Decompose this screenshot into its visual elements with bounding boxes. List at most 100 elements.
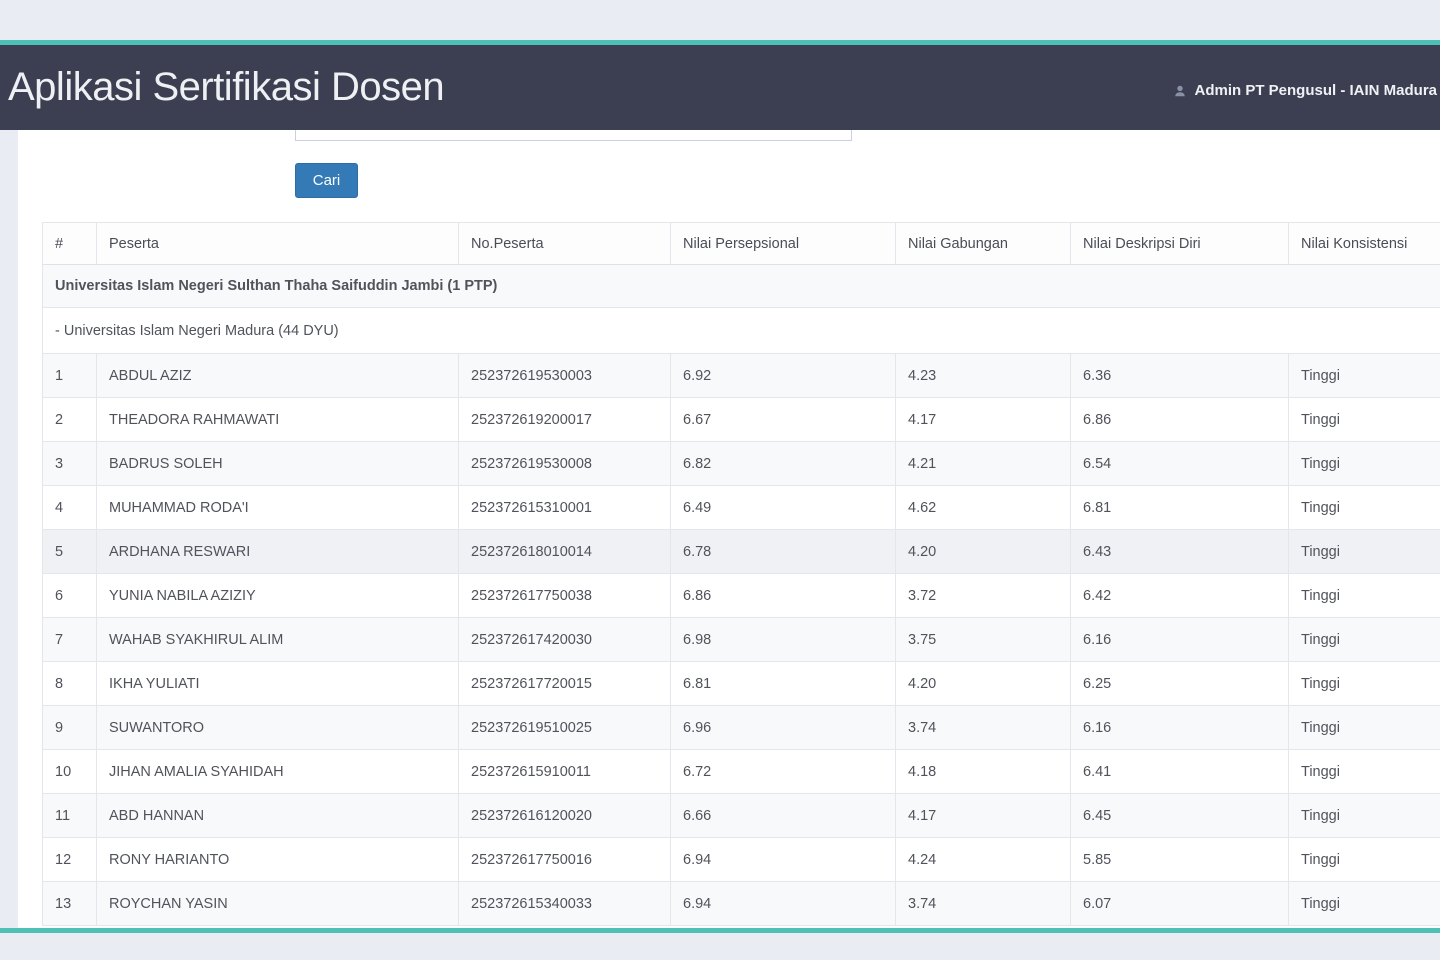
col-header: Nilai Konsistensi <box>1289 223 1440 265</box>
table-row: 1ABDUL AZIZ2523726195300036.924.236.36Ti… <box>43 354 1440 398</box>
cell-no: 1 <box>43 354 97 398</box>
cell-nilai-persepsional: 6.49 <box>671 486 896 530</box>
search-button[interactable]: Cari <box>295 163 358 198</box>
table-body: Universitas Islam Negeri Sulthan Thaha S… <box>43 265 1440 926</box>
col-header: No.Peserta <box>459 223 671 265</box>
user-icon <box>1173 84 1187 98</box>
cell-no: 7 <box>43 618 97 662</box>
cell-no-peserta: 252372615910011 <box>459 750 671 794</box>
col-header: # <box>43 223 97 265</box>
cell-no: 5 <box>43 530 97 574</box>
cell-no: 9 <box>43 706 97 750</box>
cell-nilai-konsistensi: Tinggi <box>1289 486 1440 530</box>
cell-nilai-gabungan: 4.20 <box>896 662 1071 706</box>
cell-no: 13 <box>43 882 97 926</box>
cell-nilai-gabungan: 4.62 <box>896 486 1071 530</box>
cell-nilai-gabungan: 4.24 <box>896 838 1071 882</box>
cell-nilai-gabungan: 4.21 <box>896 442 1071 486</box>
cell-peserta: WAHAB SYAKHIRUL ALIM <box>97 618 459 662</box>
cell-peserta: IKHA YULIATI <box>97 662 459 706</box>
cell-nilai-konsistensi: Tinggi <box>1289 354 1440 398</box>
cell-nilai-gabungan: 3.72 <box>896 574 1071 618</box>
cell-peserta: YUNIA NABILA AZIZIY <box>97 574 459 618</box>
col-header: Nilai Gabungan <box>896 223 1071 265</box>
cell-no-peserta: 252372615340033 <box>459 882 671 926</box>
cell-no: 8 <box>43 662 97 706</box>
cell-peserta: BADRUS SOLEH <box>97 442 459 486</box>
cell-nilai-persepsional: 6.78 <box>671 530 896 574</box>
app-header: Aplikasi Sertifikasi Dosen Admin PT Peng… <box>0 45 1440 130</box>
table-row: 8IKHA YULIATI2523726177200156.814.206.25… <box>43 662 1440 706</box>
table-row: 10JIHAN AMALIA SYAHIDAH2523726159100116.… <box>43 750 1440 794</box>
cell-nilai-deskripsi-diri: 6.54 <box>1071 442 1289 486</box>
cell-nilai-gabungan: 3.74 <box>896 882 1071 926</box>
cell-nilai-deskripsi-diri: 6.16 <box>1071 618 1289 662</box>
cell-nilai-gabungan: 4.17 <box>896 398 1071 442</box>
cell-nilai-deskripsi-diri: 6.42 <box>1071 574 1289 618</box>
cell-nilai-gabungan: 4.23 <box>896 354 1071 398</box>
cell-nilai-deskripsi-diri: 6.41 <box>1071 750 1289 794</box>
subgroup-header-row: - Universitas Islam Negeri Madura (44 DY… <box>43 308 1440 354</box>
content-panel: Cari #PesertaNo.PesertaNilai Persepsiona… <box>18 130 1440 928</box>
cell-nilai-deskripsi-diri: 6.16 <box>1071 706 1289 750</box>
search-input[interactable] <box>295 130 852 141</box>
user-name: Admin PT Pengusul - IAIN Madura <box>1194 82 1437 99</box>
cell-no-peserta: 252372617720015 <box>459 662 671 706</box>
cell-peserta: SUWANTORO <box>97 706 459 750</box>
app-title: Aplikasi Sertifikasi Dosen <box>0 65 444 110</box>
table-row: 4MUHAMMAD RODA'I2523726153100016.494.626… <box>43 486 1440 530</box>
cell-nilai-persepsional: 6.96 <box>671 706 896 750</box>
cell-no-peserta: 252372619200017 <box>459 398 671 442</box>
cell-nilai-deskripsi-diri: 6.43 <box>1071 530 1289 574</box>
cell-nilai-konsistensi: Tinggi <box>1289 574 1440 618</box>
cell-nilai-konsistensi: Tinggi <box>1289 882 1440 926</box>
col-header: Nilai Deskripsi Diri <box>1071 223 1289 265</box>
table-row: 2THEADORA RAHMAWATI2523726192000176.674.… <box>43 398 1440 442</box>
cell-peserta: ARDHANA RESWARI <box>97 530 459 574</box>
results-table: #PesertaNo.PesertaNilai PersepsionalNila… <box>42 222 1440 926</box>
user-menu[interactable]: Admin PT Pengusul - IAIN Madura <box>1173 82 1440 99</box>
cell-nilai-konsistensi: Tinggi <box>1289 662 1440 706</box>
cell-nilai-deskripsi-diri: 6.07 <box>1071 882 1289 926</box>
cell-nilai-deskripsi-diri: 6.81 <box>1071 486 1289 530</box>
cell-nilai-gabungan: 4.17 <box>896 794 1071 838</box>
cell-no: 4 <box>43 486 97 530</box>
cell-peserta: RONY HARIANTO <box>97 838 459 882</box>
table-row: 9SUWANTORO2523726195100256.963.746.16Tin… <box>43 706 1440 750</box>
results-table-wrap: #PesertaNo.PesertaNilai PersepsionalNila… <box>42 222 1440 926</box>
cell-peserta: ROYCHAN YASIN <box>97 882 459 926</box>
cell-no-peserta: 252372615310001 <box>459 486 671 530</box>
cell-nilai-gabungan: 4.20 <box>896 530 1071 574</box>
cell-nilai-deskripsi-diri: 6.25 <box>1071 662 1289 706</box>
cell-nilai-persepsional: 6.86 <box>671 574 896 618</box>
table-row: 13ROYCHAN YASIN2523726153400336.943.746.… <box>43 882 1440 926</box>
cell-nilai-konsistensi: Tinggi <box>1289 442 1440 486</box>
table-row: 6YUNIA NABILA AZIZIY2523726177500386.863… <box>43 574 1440 618</box>
cell-nilai-konsistensi: Tinggi <box>1289 794 1440 838</box>
cell-nilai-konsistensi: Tinggi <box>1289 618 1440 662</box>
cell-nilai-persepsional: 6.94 <box>671 838 896 882</box>
cell-nilai-konsistensi: Tinggi <box>1289 398 1440 442</box>
table-row: 11ABD HANNAN2523726161200206.664.176.45T… <box>43 794 1440 838</box>
group-header-row: Universitas Islam Negeri Sulthan Thaha S… <box>43 265 1440 308</box>
cell-nilai-persepsional: 6.94 <box>671 882 896 926</box>
cell-nilai-persepsional: 6.92 <box>671 354 896 398</box>
cell-nilai-gabungan: 3.75 <box>896 618 1071 662</box>
col-header: Nilai Persepsional <box>671 223 896 265</box>
cell-nilai-gabungan: 4.18 <box>896 750 1071 794</box>
col-header: Peserta <box>97 223 459 265</box>
cell-nilai-deskripsi-diri: 6.86 <box>1071 398 1289 442</box>
cell-peserta: JIHAN AMALIA SYAHIDAH <box>97 750 459 794</box>
cell-no: 3 <box>43 442 97 486</box>
cell-no-peserta: 252372619530003 <box>459 354 671 398</box>
cell-nilai-gabungan: 3.74 <box>896 706 1071 750</box>
subgroup-header-label: - Universitas Islam Negeri Madura (44 DY… <box>43 308 1440 354</box>
cell-no: 6 <box>43 574 97 618</box>
cell-nilai-deskripsi-diri: 6.45 <box>1071 794 1289 838</box>
cell-nilai-persepsional: 6.81 <box>671 662 896 706</box>
cell-peserta: MUHAMMAD RODA'I <box>97 486 459 530</box>
cell-no-peserta: 252372619530008 <box>459 442 671 486</box>
cell-no: 2 <box>43 398 97 442</box>
cell-no: 12 <box>43 838 97 882</box>
table-header-row: #PesertaNo.PesertaNilai PersepsionalNila… <box>43 223 1440 265</box>
